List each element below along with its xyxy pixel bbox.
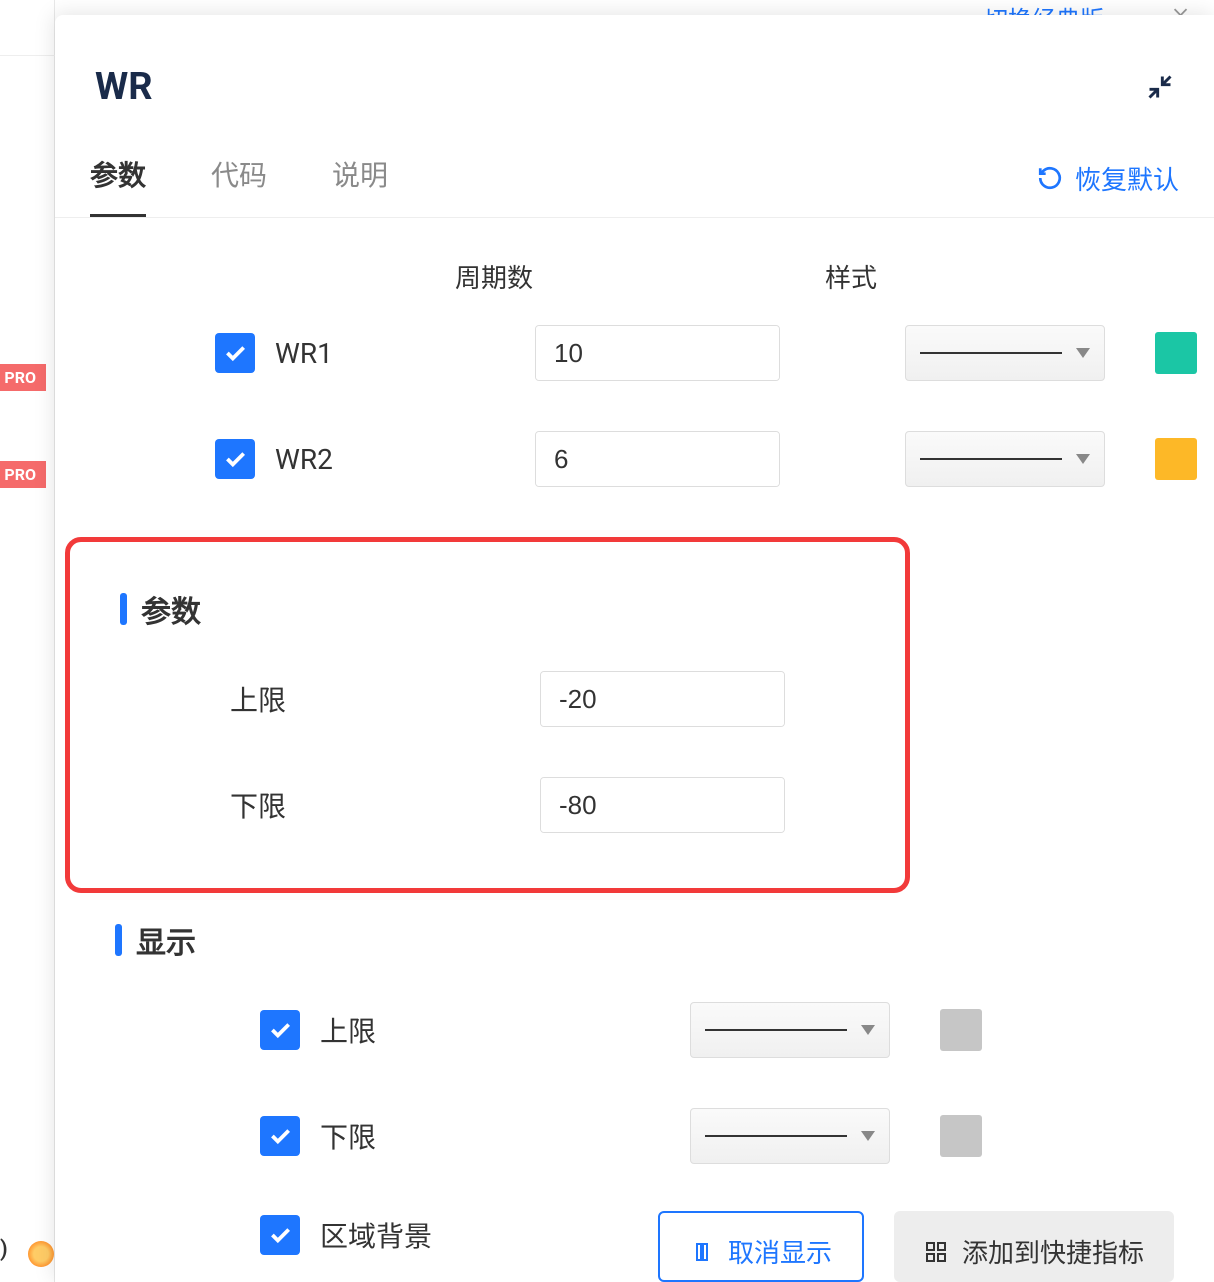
checkbox-display-upper[interactable] [260, 1010, 300, 1050]
params-section-highlighted: 参数 上限 下限 [65, 537, 910, 893]
indicator-settings-modal: WR 参数 代码 说明 恢复默认 周期数 样式 [55, 15, 1214, 1282]
add-shortcut-button[interactable]: 添加到快捷指标 [894, 1211, 1174, 1282]
collapse-icon[interactable] [1146, 73, 1174, 101]
cancel-display-label: 取消显示 [728, 1233, 832, 1270]
display-lower-label: 下限 [320, 1116, 690, 1156]
display-upper-label: 上限 [320, 1010, 690, 1050]
reset-defaults-label: 恢复默认 [1075, 160, 1179, 197]
row-display-upper: 上限 [260, 1002, 1174, 1058]
chevron-down-icon [861, 1025, 875, 1035]
wr2-style-select[interactable] [905, 431, 1105, 487]
upper-limit-input[interactable] [541, 672, 785, 726]
modal-title: WR [95, 65, 153, 109]
tab-code[interactable]: 代码 [211, 139, 267, 217]
emoji-icon [28, 1241, 54, 1267]
wr2-color-picker[interactable] [1155, 438, 1197, 480]
wr1-period-input[interactable] [536, 326, 780, 380]
add-shortcut-label: 添加到快捷指标 [962, 1233, 1144, 1270]
wr1-label: WR1 [275, 337, 535, 370]
wr1-color-picker[interactable] [1155, 332, 1197, 374]
row-wr2: WR2 [215, 431, 1174, 487]
section-params-label: 参数 [141, 587, 201, 631]
display-upper-style-select[interactable] [690, 1002, 890, 1058]
column-style-label: 样式 [825, 258, 1075, 295]
lower-limit-input-group [540, 777, 785, 833]
checkbox-display-area-bg[interactable] [260, 1215, 300, 1255]
row-wr1: WR1 [215, 325, 1174, 381]
column-period-label: 周期数 [455, 258, 825, 295]
pro-badge: PRO [0, 461, 46, 488]
chevron-down-icon [1076, 348, 1090, 358]
wr2-period-input[interactable] [536, 432, 780, 486]
display-lower-color-picker[interactable] [940, 1115, 982, 1157]
tab-description[interactable]: 说明 [332, 139, 388, 217]
left-sidebar: PRO PRO [0, 0, 55, 1282]
checkbox-wr2[interactable] [215, 439, 255, 479]
checkbox-display-lower[interactable] [260, 1116, 300, 1156]
chevron-down-icon [861, 1131, 875, 1141]
row-display-lower: 下限 [260, 1108, 1174, 1164]
upper-limit-label: 上限 [230, 679, 540, 719]
display-area-bg-label: 区域背景 [320, 1215, 690, 1255]
display-lower-style-select[interactable] [690, 1108, 890, 1164]
display-upper-color-picker[interactable] [940, 1009, 982, 1051]
lower-limit-input[interactable] [541, 778, 785, 832]
upper-limit-input-group [540, 671, 785, 727]
tab-params[interactable]: 参数 [90, 139, 146, 217]
reset-defaults-button[interactable]: 恢复默认 [1037, 160, 1179, 197]
cancel-display-button[interactable]: 取消显示 [658, 1211, 864, 1282]
bottom-left-text: ) [0, 1237, 8, 1262]
chevron-down-icon [1076, 454, 1090, 464]
wr1-period-input-group [535, 325, 780, 381]
section-display-label: 显示 [136, 918, 196, 962]
pro-badge: PRO [0, 364, 46, 391]
wr2-period-input-group [535, 431, 780, 487]
lower-limit-label: 下限 [230, 785, 540, 825]
checkbox-wr1[interactable] [215, 333, 255, 373]
wr1-style-select[interactable] [905, 325, 1105, 381]
wr2-label: WR2 [275, 443, 535, 476]
